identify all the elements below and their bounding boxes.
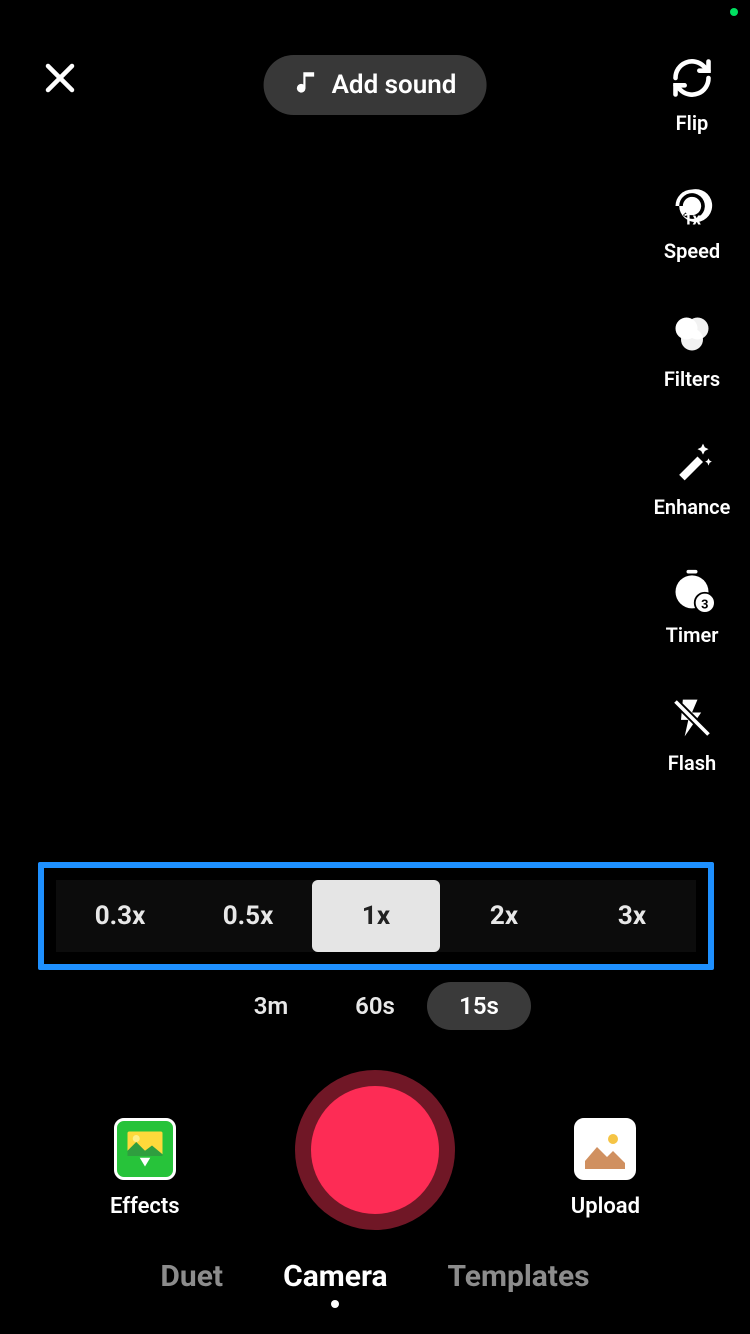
- upload-label: Upload: [571, 1194, 640, 1219]
- mode-tabs: Duet Camera Templates: [0, 1259, 750, 1308]
- music-note-icon: [294, 69, 320, 102]
- close-icon: [42, 60, 78, 100]
- flash-label: Flash: [668, 751, 716, 775]
- record-button-inner: [311, 1086, 439, 1214]
- add-sound-button[interactable]: Add sound: [264, 55, 487, 115]
- flip-camera-button[interactable]: Flip: [652, 55, 732, 135]
- filters-label: Filters: [664, 367, 720, 391]
- speed-option-2x[interactable]: 2x: [440, 880, 568, 952]
- flash-button[interactable]: Flash: [652, 695, 732, 775]
- status-indicator-dot: [730, 8, 738, 16]
- flip-icon: [669, 55, 715, 101]
- mode-tab-duet[interactable]: Duet: [160, 1259, 223, 1308]
- upload-icon: [574, 1118, 636, 1180]
- effects-icon: [114, 1118, 176, 1180]
- svg-text:3: 3: [701, 597, 708, 612]
- timer-button[interactable]: 3 Timer: [652, 567, 732, 647]
- speed-option-3x[interactable]: 3x: [568, 880, 696, 952]
- close-button[interactable]: [35, 55, 85, 105]
- effects-label: Effects: [110, 1194, 180, 1219]
- camera-tools-rail: Flip 1x Speed Filters Enhance 3 Timer Fl…: [652, 55, 732, 775]
- enhance-wand-icon: [669, 439, 715, 485]
- flash-off-icon: [669, 695, 715, 741]
- speed-option-0-5x[interactable]: 0.5x: [184, 880, 312, 952]
- effects-button[interactable]: Effects: [110, 1118, 180, 1219]
- speed-selector: 0.3x 0.5x 1x 2x 3x: [56, 880, 696, 952]
- duration-selector: 3m 60s 15s: [219, 982, 531, 1030]
- speed-label: Speed: [664, 239, 720, 263]
- enhance-label: Enhance: [654, 495, 731, 519]
- record-button[interactable]: [295, 1070, 455, 1230]
- duration-option-60s[interactable]: 60s: [323, 982, 427, 1030]
- svg-text:1x: 1x: [683, 210, 701, 228]
- speed-icon: 1x: [669, 183, 715, 229]
- speed-button[interactable]: 1x Speed: [652, 183, 732, 263]
- upload-button[interactable]: Upload: [571, 1118, 640, 1219]
- mode-tab-camera[interactable]: Camera: [283, 1259, 387, 1308]
- speed-selector-highlight: 0.3x 0.5x 1x 2x 3x: [38, 862, 714, 970]
- mode-tab-templates[interactable]: Templates: [448, 1259, 590, 1308]
- add-sound-label: Add sound: [332, 70, 457, 100]
- enhance-button[interactable]: Enhance: [652, 439, 732, 519]
- speed-option-1x[interactable]: 1x: [312, 880, 440, 952]
- filters-icon: [669, 311, 715, 357]
- speed-option-0-3x[interactable]: 0.3x: [56, 880, 184, 952]
- duration-option-3m[interactable]: 3m: [219, 982, 323, 1030]
- timer-label: Timer: [666, 623, 719, 647]
- timer-icon: 3: [669, 567, 715, 613]
- filters-button[interactable]: Filters: [652, 311, 732, 391]
- flip-label: Flip: [676, 111, 709, 135]
- duration-option-15s[interactable]: 15s: [427, 982, 531, 1030]
